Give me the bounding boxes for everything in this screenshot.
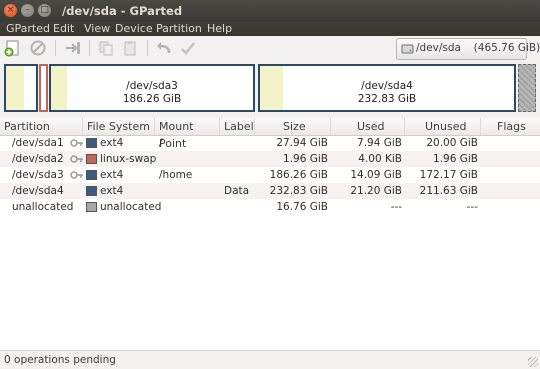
- cell-unused: 172.17 GiB: [419, 169, 478, 181]
- minimize-icon[interactable]: –: [21, 4, 34, 17]
- resize-grip[interactable]: [528, 357, 538, 367]
- copy-icon[interactable]: [97, 39, 115, 57]
- col-size[interactable]: Size: [255, 118, 331, 135]
- cell-size: 232.83 GiB: [269, 185, 328, 197]
- menu-help[interactable]: Help: [207, 22, 232, 35]
- partition-map: /dev/sda3 186.26 GiB /dev/sda4 232.83 Gi…: [2, 62, 538, 116]
- cell-flags: [485, 151, 535, 167]
- cell-mount-point: [159, 183, 219, 199]
- map-partition-sda2[interactable]: [39, 64, 48, 112]
- cell-size: 186.26 GiB: [269, 169, 328, 181]
- partition-table: Partition File System Mount Point Label …: [0, 118, 540, 350]
- filesystem-color-swatch: [86, 202, 97, 212]
- table-row[interactable]: /dev/sda3 ext4/home 186.26 GiB 14.09 GiB 172…: [0, 167, 540, 183]
- delete-icon[interactable]: [29, 39, 47, 57]
- cell-label: Data: [224, 185, 250, 197]
- map-partition-sda4[interactable]: /dev/sda4 232.83 GiB: [258, 64, 516, 112]
- cell-label: [224, 135, 254, 151]
- col-file-system[interactable]: File System: [83, 118, 155, 135]
- cell-file-system: ext4: [100, 137, 124, 149]
- filesystem-color-swatch: [86, 186, 97, 196]
- window-title: /dev/sda - GParted: [62, 4, 183, 18]
- menu-edit[interactable]: Edit: [53, 22, 74, 35]
- paste-icon[interactable]: [121, 39, 139, 57]
- col-label[interactable]: Label: [220, 118, 255, 135]
- cell-partition: /dev/sda4: [12, 185, 64, 197]
- cell-partition: /dev/sda2: [12, 153, 64, 165]
- cell-label: [224, 167, 254, 183]
- hard-disk-icon: [401, 44, 414, 54]
- cell-mount-point: [159, 151, 219, 167]
- device-name: /dev/sda: [416, 42, 461, 54]
- table-header: Partition File System Mount Point Label …: [0, 118, 540, 150]
- filesystem-color-swatch: [86, 138, 97, 148]
- cell-mount-point: /home: [159, 169, 193, 181]
- cell-mount-point: /: [159, 137, 163, 149]
- cell-unused: ---: [466, 201, 478, 213]
- cell-file-system: ext4: [100, 169, 124, 181]
- cell-used: 7.94 GiB: [357, 137, 402, 149]
- menu-view[interactable]: View: [84, 22, 110, 35]
- cell-flags: [485, 183, 535, 199]
- table-row[interactable]: /dev/sda4 ext4 Data 232.83 GiB 21.20 GiB 211.…: [0, 183, 540, 199]
- cell-unused: 1.96 GiB: [433, 153, 478, 165]
- device-selector[interactable]: /dev/sda (465.76 GiB): [396, 38, 540, 60]
- menu-partition[interactable]: Partition: [156, 22, 202, 35]
- col-unused[interactable]: Unused: [405, 118, 481, 135]
- title-bar: × – □ /dev/sda - GParted: [0, 0, 540, 22]
- map-partition-sda3[interactable]: /dev/sda3 186.26 GiB: [49, 64, 255, 112]
- cell-partition: /dev/sda1: [12, 137, 64, 149]
- map-partition-sda1[interactable]: [4, 64, 38, 112]
- table-row[interactable]: /dev/sda2 linux-swap 1.96 GiB 4.00 KiB 1.96 …: [0, 151, 540, 167]
- cell-label: [224, 151, 254, 167]
- filesystem-color-swatch: [86, 154, 97, 164]
- cell-file-system: linux-swap: [100, 153, 157, 165]
- cell-partition: /dev/sda3: [12, 169, 64, 181]
- device-size: (465.76 GiB): [473, 42, 540, 54]
- cell-used: 21.20 GiB: [350, 185, 402, 197]
- new-partition-icon[interactable]: [4, 39, 22, 57]
- cell-mount-point: [159, 199, 219, 215]
- col-partition[interactable]: Partition: [0, 118, 83, 135]
- key-icon: [70, 139, 83, 147]
- status-bar: 0 operations pending: [0, 350, 540, 369]
- status-text: 0 operations pending: [4, 354, 116, 366]
- undo-icon[interactable]: [155, 39, 173, 57]
- map-sda4-size: 232.83 GiB: [357, 93, 417, 105]
- cell-file-system: unallocated: [100, 201, 162, 213]
- cell-used: 14.09 GiB: [350, 169, 402, 181]
- table-row[interactable]: unallocated unallocated 16.76 GiB --- ---: [0, 199, 540, 215]
- map-sda4-name: /dev/sda4: [361, 80, 413, 92]
- cell-file-system: ext4: [100, 185, 124, 197]
- key-icon: [70, 155, 83, 163]
- col-flags[interactable]: Flags: [481, 118, 540, 135]
- cell-flags: [485, 135, 535, 151]
- table-row[interactable]: /dev/sda1 ext4 / 27.94 GiB 7.94 GiB 20.00 GiB: [0, 135, 540, 151]
- cell-size: 27.94 GiB: [276, 137, 328, 149]
- cell-label: [224, 199, 254, 215]
- cell-unused: 20.00 GiB: [426, 137, 478, 149]
- cell-used: ---: [390, 201, 402, 213]
- cell-flags: [485, 199, 535, 215]
- cell-size: 16.76 GiB: [276, 201, 328, 213]
- cell-partition: unallocated: [12, 201, 74, 213]
- map-sda3-size: 186.26 GiB: [122, 93, 182, 105]
- cell-size: 1.96 GiB: [283, 153, 328, 165]
- resize-move-icon[interactable]: [64, 39, 82, 57]
- menu-gparted[interactable]: GParted: [6, 22, 50, 35]
- key-icon: [70, 171, 83, 179]
- maximize-icon[interactable]: □: [38, 4, 51, 17]
- menu-bar: GParted Edit View Device Partition Help: [0, 22, 540, 36]
- col-mount-point[interactable]: Mount Point: [155, 118, 220, 150]
- apply-icon[interactable]: [179, 39, 197, 57]
- close-icon[interactable]: ×: [4, 4, 17, 17]
- cell-unused: 211.63 GiB: [419, 185, 478, 197]
- cell-flags: [485, 167, 535, 183]
- filesystem-color-swatch: [86, 170, 97, 180]
- menu-device[interactable]: Device: [115, 22, 153, 35]
- cell-used: 4.00 KiB: [358, 153, 402, 165]
- col-used[interactable]: Used: [331, 118, 405, 135]
- map-sda3-name: /dev/sda3: [126, 80, 178, 92]
- map-unallocated[interactable]: [518, 64, 536, 112]
